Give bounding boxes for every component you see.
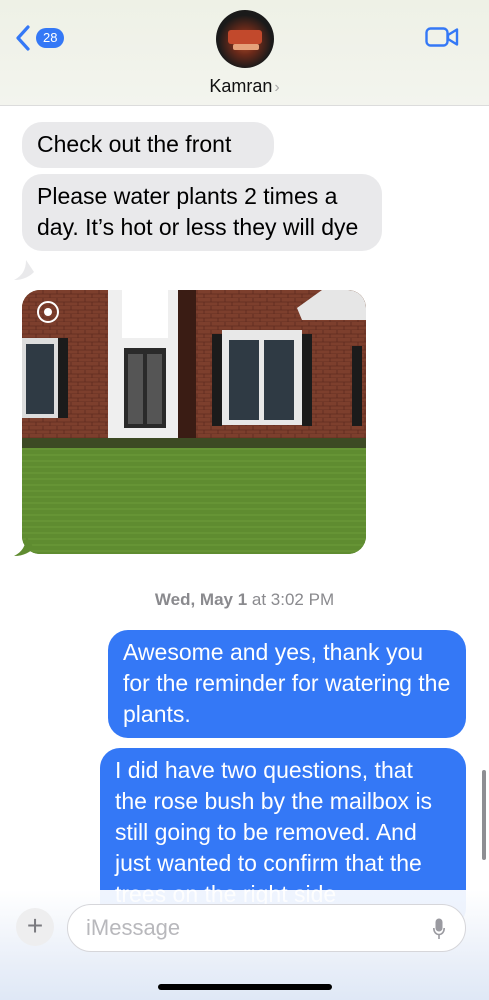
plus-button[interactable]: + xyxy=(16,908,54,946)
video-camera-icon[interactable] xyxy=(425,26,459,48)
microphone-icon[interactable] xyxy=(433,918,445,940)
timestamp-at: at xyxy=(247,590,271,609)
contact-avatar[interactable] xyxy=(216,10,274,68)
scroll-indicator[interactable] xyxy=(482,770,486,860)
timestamp-day: Wed, May 1 xyxy=(154,590,248,609)
message-input[interactable]: iMessage xyxy=(67,904,466,952)
message-text: Awesome and yes, thank you for the remin… xyxy=(123,639,451,727)
contact-name[interactable]: Kamran › xyxy=(0,76,489,97)
bubble-tail xyxy=(14,536,34,556)
message-text: Check out the front xyxy=(37,131,232,157)
bubble-tail xyxy=(14,260,34,280)
outgoing-message[interactable]: Awesome and yes, thank you for the remin… xyxy=(108,630,466,738)
message-timestamp: Wed, May 1 at 3:02 PM xyxy=(0,590,489,610)
chevron-right-icon: › xyxy=(274,79,280,96)
back-button[interactable]: 28 xyxy=(14,24,65,52)
incoming-message[interactable]: Please water plants 2 times a day. It’s … xyxy=(22,174,382,251)
timestamp-time: 3:02 PM xyxy=(270,590,335,609)
conversation-header: 28 Kamran › xyxy=(0,0,489,106)
chevron-left-icon xyxy=(16,25,30,51)
incoming-message[interactable]: Check out the front xyxy=(22,122,274,168)
home-indicator[interactable] xyxy=(158,984,332,990)
message-input-placeholder: iMessage xyxy=(86,915,181,940)
photo-message[interactable] xyxy=(22,290,366,554)
message-text: I did have two questions, that the rose … xyxy=(115,757,433,907)
message-text: Please water plants 2 times a day. It’s … xyxy=(37,183,359,240)
plus-icon: + xyxy=(26,910,44,941)
house-photo xyxy=(22,290,366,554)
contact-name-label: Kamran xyxy=(209,76,273,96)
unread-count-badge: 28 xyxy=(36,28,65,48)
